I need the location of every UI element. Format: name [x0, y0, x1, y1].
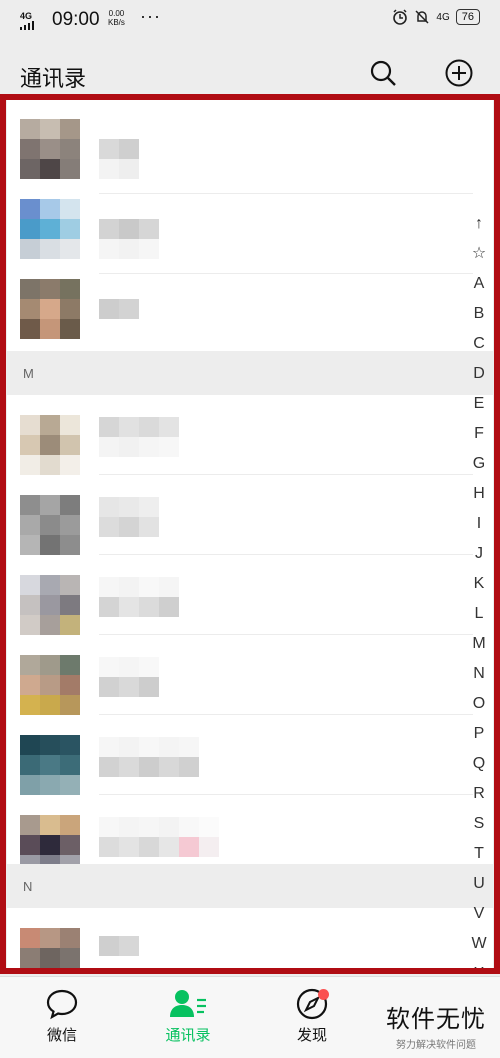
- contact-row[interactable]: [7, 114, 493, 194]
- section-header: N: [7, 864, 493, 908]
- avatar: [20, 119, 80, 179]
- status-right-icons: 4G 76: [392, 9, 480, 25]
- index-letter[interactable]: I: [471, 509, 487, 539]
- contact-row[interactable]: [7, 274, 493, 354]
- chat-icon: [46, 989, 78, 1020]
- battery-indicator: 76: [455, 9, 480, 25]
- tab-label: 发现: [296, 1027, 327, 1044]
- tab-label: 通讯录: [165, 1027, 211, 1044]
- avatar: [20, 928, 80, 969]
- contact-list[interactable]: M N ↑ ☆ A B C D E F G H I J K L M N O P …: [7, 99, 493, 969]
- status-time: 09:00: [52, 9, 100, 30]
- avatar: [20, 575, 80, 635]
- header: 通讯录: [0, 40, 500, 102]
- section-header: M: [7, 351, 493, 395]
- contact-name-blurred: [99, 657, 159, 697]
- mute-bell-icon: [415, 10, 429, 24]
- index-letter[interactable]: S: [471, 809, 487, 839]
- tab-label: 微信: [46, 1027, 77, 1044]
- signal-label: 4G: [20, 11, 33, 21]
- contact-name-blurred: [99, 299, 139, 319]
- avatar: [20, 415, 80, 475]
- index-letter[interactable]: D: [471, 359, 487, 389]
- search-icon[interactable]: [368, 58, 398, 88]
- alphabet-index[interactable]: ↑☆ABCDEFGHIJKLMNOPQRSTUVWXYZ#: [471, 209, 487, 969]
- index-letter[interactable]: A: [471, 269, 487, 299]
- tab-chats[interactable]: 微信: [22, 987, 102, 1045]
- contact-row[interactable]: [7, 795, 493, 875]
- index-letter[interactable]: F: [471, 419, 487, 449]
- index-letter[interactable]: C: [471, 329, 487, 359]
- index-letter[interactable]: O: [471, 689, 487, 719]
- contact-row[interactable]: [7, 635, 493, 715]
- contact-name-blurred: [99, 936, 139, 956]
- contact-row[interactable]: [7, 395, 493, 475]
- avatar: [20, 279, 80, 339]
- index-letter[interactable]: L: [471, 599, 487, 629]
- tab-discover[interactable]: 发现: [272, 987, 352, 1045]
- index-letter[interactable]: U: [471, 869, 487, 899]
- section-letter: N: [23, 879, 33, 894]
- index-letter[interactable]: J: [471, 539, 487, 569]
- status-bar: 4G 09:00 0.00 KB/s ··· 4G 76: [0, 0, 500, 40]
- avatar: [20, 495, 80, 555]
- index-letter[interactable]: V: [471, 899, 487, 929]
- contact-name-blurred: [99, 417, 179, 457]
- watermark-title: 软件无忧: [386, 1006, 486, 1033]
- index-letter[interactable]: ☆: [471, 239, 487, 269]
- notification-dot: [318, 989, 329, 1000]
- index-letter[interactable]: X: [471, 959, 487, 969]
- index-letter[interactable]: P: [471, 719, 487, 749]
- contact-name-blurred: [99, 817, 219, 857]
- watermark-subtitle: 努力解决软件问题: [396, 1040, 476, 1051]
- index-letter[interactable]: T: [471, 839, 487, 869]
- tab-contacts[interactable]: 通讯录: [148, 987, 228, 1045]
- network-type: 4G: [436, 11, 450, 23]
- index-letter[interactable]: Q: [471, 749, 487, 779]
- index-letter[interactable]: W: [471, 929, 487, 959]
- avatar: [20, 735, 80, 795]
- index-letter[interactable]: G: [471, 449, 487, 479]
- avatar: [20, 199, 80, 259]
- contact-name-blurred: [99, 577, 179, 617]
- watermark: 软件无忧 努力解决软件问题: [386, 999, 486, 1051]
- contact-row[interactable]: [7, 555, 493, 635]
- contacts-icon: [170, 990, 206, 1017]
- index-letter[interactable]: N: [471, 659, 487, 689]
- contact-name-blurred: [99, 139, 139, 179]
- contact-name-blurred: [99, 737, 199, 777]
- index-letter[interactable]: M: [471, 629, 487, 659]
- contact-row[interactable]: [7, 475, 493, 555]
- avatar: [20, 655, 80, 715]
- contact-row[interactable]: [7, 908, 493, 969]
- signal-indicator: 4G: [20, 12, 34, 32]
- index-letter[interactable]: R: [471, 779, 487, 809]
- more-notifications: ···: [140, 6, 161, 26]
- net-speed: 0.00 KB/s: [108, 9, 125, 27]
- index-letter[interactable]: B: [471, 299, 487, 329]
- index-letter[interactable]: H: [471, 479, 487, 509]
- index-letter[interactable]: ↑: [471, 209, 487, 239]
- contact-row[interactable]: [7, 715, 493, 795]
- contact-row[interactable]: [7, 194, 493, 274]
- net-speed-value: 0.00: [108, 9, 125, 18]
- alarm-icon: [393, 9, 408, 25]
- contact-name-blurred: [99, 497, 159, 537]
- section-letter: M: [23, 366, 34, 381]
- index-letter[interactable]: K: [471, 569, 487, 599]
- tab-bar: 微信 通讯录 发现 软件无忧 努力解决软件问题: [0, 976, 500, 1058]
- page-title: 通讯录: [20, 66, 87, 91]
- index-letter[interactable]: E: [471, 389, 487, 419]
- contact-name-blurred: [99, 219, 159, 259]
- signal-bars-icon: [20, 21, 34, 30]
- net-speed-unit: KB/s: [108, 18, 125, 27]
- add-circle-icon[interactable]: [444, 58, 474, 88]
